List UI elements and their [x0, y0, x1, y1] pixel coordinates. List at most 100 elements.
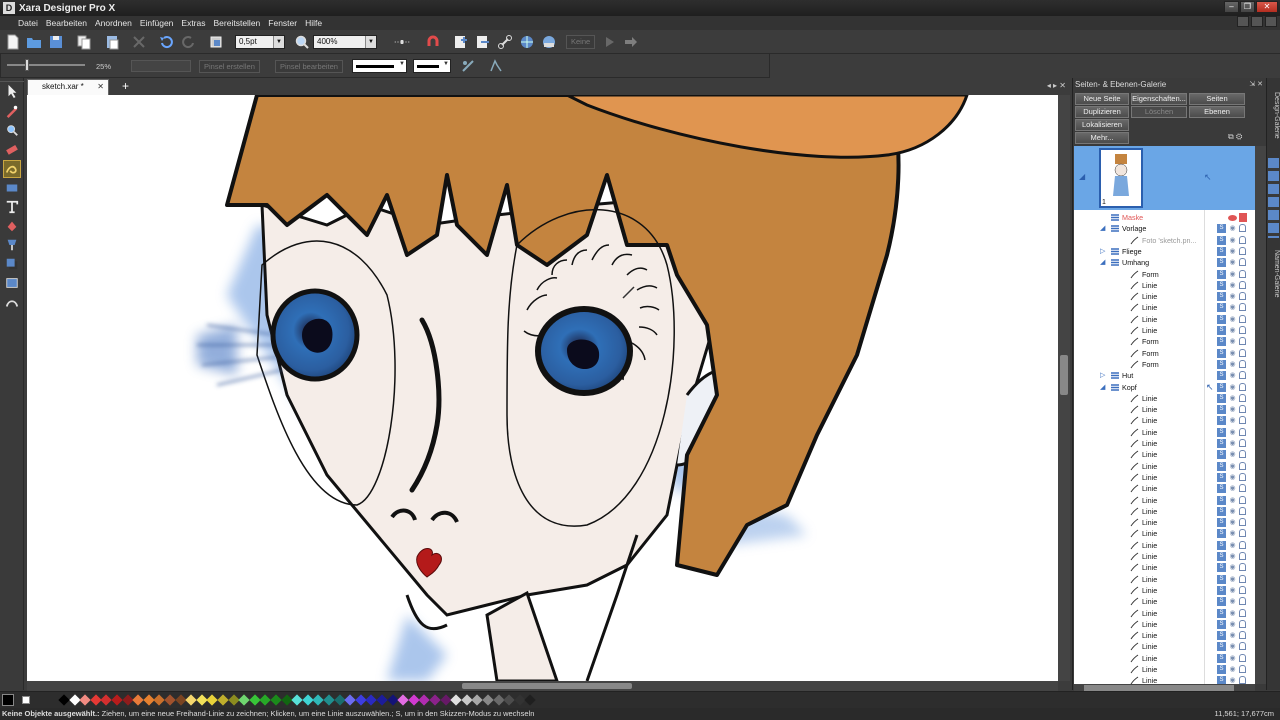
- layer-row[interactable]: ▷ Hut S ◉: [1074, 370, 1255, 381]
- line-style-select[interactable]: ▼: [352, 59, 407, 73]
- palette-swatch[interactable]: [323, 694, 335, 706]
- snap-toggle-icon[interactable]: S: [1217, 665, 1226, 674]
- lock-icon[interactable]: [1239, 484, 1246, 493]
- tab-scroll-arrows-icon[interactable]: ◂ ▸ ✕: [1047, 81, 1066, 90]
- snap-toggle-icon[interactable]: S: [1217, 427, 1226, 437]
- lock-icon[interactable]: [1239, 619, 1246, 628]
- snap-magnet-icon[interactable]: [424, 33, 442, 51]
- smoothing-slider-handle[interactable]: [25, 59, 29, 71]
- snap-toggle-icon[interactable]: S: [1217, 258, 1226, 268]
- snap-toggle-icon[interactable]: S: [1217, 371, 1226, 381]
- palette-swatch[interactable]: [291, 694, 303, 706]
- object-row[interactable]: Linie S ◉: [1074, 596, 1255, 607]
- gallery-icons[interactable]: [1268, 158, 1279, 238]
- object-row[interactable]: Foto 'sketch.pn... S ◉: [1074, 235, 1255, 246]
- transparency-tool-icon[interactable]: [3, 236, 21, 254]
- lock-icon[interactable]: [1239, 337, 1246, 346]
- lock-icon[interactable]: [1239, 326, 1246, 334]
- object-row[interactable]: Linie S ◉: [1074, 415, 1255, 426]
- new-document-icon[interactable]: [4, 33, 22, 51]
- rectangle-tool-icon[interactable]: [3, 179, 21, 197]
- object-row[interactable]: Linie S ◉: [1074, 314, 1255, 325]
- object-row[interactable]: Linie S ◉: [1074, 551, 1255, 562]
- object-row[interactable]: Linie S ◉: [1074, 540, 1255, 551]
- horizontal-scroll-thumb[interactable]: [462, 683, 632, 689]
- snap-toggle-icon[interactable]: S: [1217, 506, 1226, 516]
- shadow-tool-icon[interactable]: [3, 255, 21, 273]
- visible-eye-icon[interactable]: ◉: [1228, 394, 1237, 403]
- document-tab[interactable]: sketch.xar * ✕: [27, 79, 109, 95]
- collapse-icon[interactable]: ◢: [1100, 257, 1105, 268]
- lock-icon[interactable]: [1239, 529, 1246, 538]
- object-row[interactable]: Linie S ◉: [1074, 517, 1255, 528]
- export-icon[interactable]: [474, 33, 492, 51]
- snap-toggle-icon[interactable]: S: [1217, 314, 1226, 324]
- chevron-down-icon[interactable]: ▼: [399, 61, 405, 67]
- snap-toggle-icon[interactable]: S: [1217, 337, 1226, 347]
- snap-toggle-icon[interactable]: S: [1217, 450, 1226, 460]
- snap-toggle-icon[interactable]: S: [1217, 224, 1226, 234]
- lock-icon[interactable]: [1239, 280, 1246, 289]
- object-row[interactable]: Linie S ◉: [1074, 449, 1255, 460]
- snap-toggle-icon[interactable]: S: [1217, 563, 1226, 573]
- object-row[interactable]: Linie S ◉: [1074, 472, 1255, 483]
- snap-toggle-icon[interactable]: S: [1217, 676, 1226, 684]
- visible-eye-icon[interactable]: ◉: [1228, 496, 1237, 505]
- object-row[interactable]: Linie S ◉: [1074, 393, 1255, 404]
- lock-icon[interactable]: [1239, 574, 1246, 583]
- snap-toggle-icon[interactable]: S: [1217, 484, 1226, 494]
- palette-swatch[interactable]: [397, 694, 409, 706]
- minimize-icon[interactable]: –: [1224, 1, 1239, 13]
- smoothing-slider[interactable]: [7, 64, 85, 66]
- lock-icon[interactable]: [1239, 608, 1246, 617]
- visible-eye-icon[interactable]: ◉: [1228, 462, 1237, 471]
- zoom-select[interactable]: 400% ▼: [313, 35, 377, 49]
- gallery-options-icon[interactable]: ⧉ ⚙: [1228, 132, 1242, 142]
- menu-anordnen[interactable]: Anordnen: [95, 18, 132, 28]
- visible-eye-icon[interactable]: ◉: [1228, 631, 1237, 640]
- snap-toggle-icon[interactable]: S: [1217, 326, 1226, 335]
- snap-toggle-icon[interactable]: S: [1217, 235, 1226, 245]
- visible-eye-icon[interactable]: ◉: [1228, 428, 1237, 437]
- snap-toggle-icon[interactable]: S: [1217, 574, 1226, 584]
- line-width-select[interactable]: 0,5pt ▼: [235, 35, 285, 49]
- current-color-swatch[interactable]: [2, 694, 14, 706]
- doc-minimize-icon[interactable]: [1237, 16, 1249, 27]
- visible-eye-icon[interactable]: ◉: [1228, 405, 1237, 414]
- lock-icon[interactable]: [1239, 416, 1246, 425]
- pen-settings-icon[interactable]: [487, 57, 505, 75]
- visible-eye-icon[interactable]: ◉: [1228, 258, 1237, 267]
- visible-eye-icon[interactable]: ◉: [1228, 326, 1237, 335]
- lock-icon[interactable]: [1239, 359, 1246, 368]
- visible-eye-icon[interactable]: ◉: [1228, 371, 1237, 380]
- pages-button[interactable]: Seiten: [1189, 93, 1245, 105]
- lock-icon[interactable]: [1239, 405, 1246, 414]
- visible-eye-icon[interactable]: ◉: [1228, 518, 1237, 527]
- lock-icon[interactable]: [1239, 348, 1246, 357]
- object-row[interactable]: Linie S ◉: [1074, 630, 1255, 641]
- palette-swatch[interactable]: [482, 694, 494, 706]
- visible-eye-icon[interactable]: ◉: [1228, 529, 1237, 538]
- palette-swatch[interactable]: [344, 694, 356, 706]
- palette-swatch[interactable]: [450, 694, 462, 706]
- visible-eye-icon[interactable]: ◉: [1228, 315, 1237, 324]
- lock-icon[interactable]: [1239, 552, 1246, 560]
- visible-eye-icon[interactable]: ◉: [1228, 247, 1237, 256]
- palette-swatch[interactable]: [238, 694, 250, 706]
- object-row[interactable]: Linie S ◉: [1074, 291, 1255, 302]
- close-tab-icon[interactable]: ✕: [97, 80, 104, 94]
- expand-icon[interactable]: ▷: [1100, 370, 1105, 381]
- visible-eye-icon[interactable]: ◉: [1228, 507, 1237, 516]
- object-row[interactable]: Linie S ◉: [1074, 608, 1255, 619]
- object-row[interactable]: Form S ◉: [1074, 359, 1255, 370]
- redo-icon[interactable]: [180, 33, 198, 51]
- snap-toggle-icon[interactable]: S: [1217, 472, 1226, 482]
- object-row[interactable]: Linie S ◉: [1074, 641, 1255, 652]
- no-color-swatch[interactable]: [22, 696, 30, 704]
- visible-eye-icon[interactable]: ◉: [1228, 349, 1237, 358]
- visible-eye-icon[interactable]: ◉: [1228, 360, 1237, 369]
- visible-eye-icon[interactable]: ◉: [1228, 541, 1237, 550]
- palette-swatch[interactable]: [524, 694, 537, 706]
- palette-swatch[interactable]: [185, 694, 197, 706]
- visible-eye-icon[interactable]: ◉: [1228, 642, 1237, 651]
